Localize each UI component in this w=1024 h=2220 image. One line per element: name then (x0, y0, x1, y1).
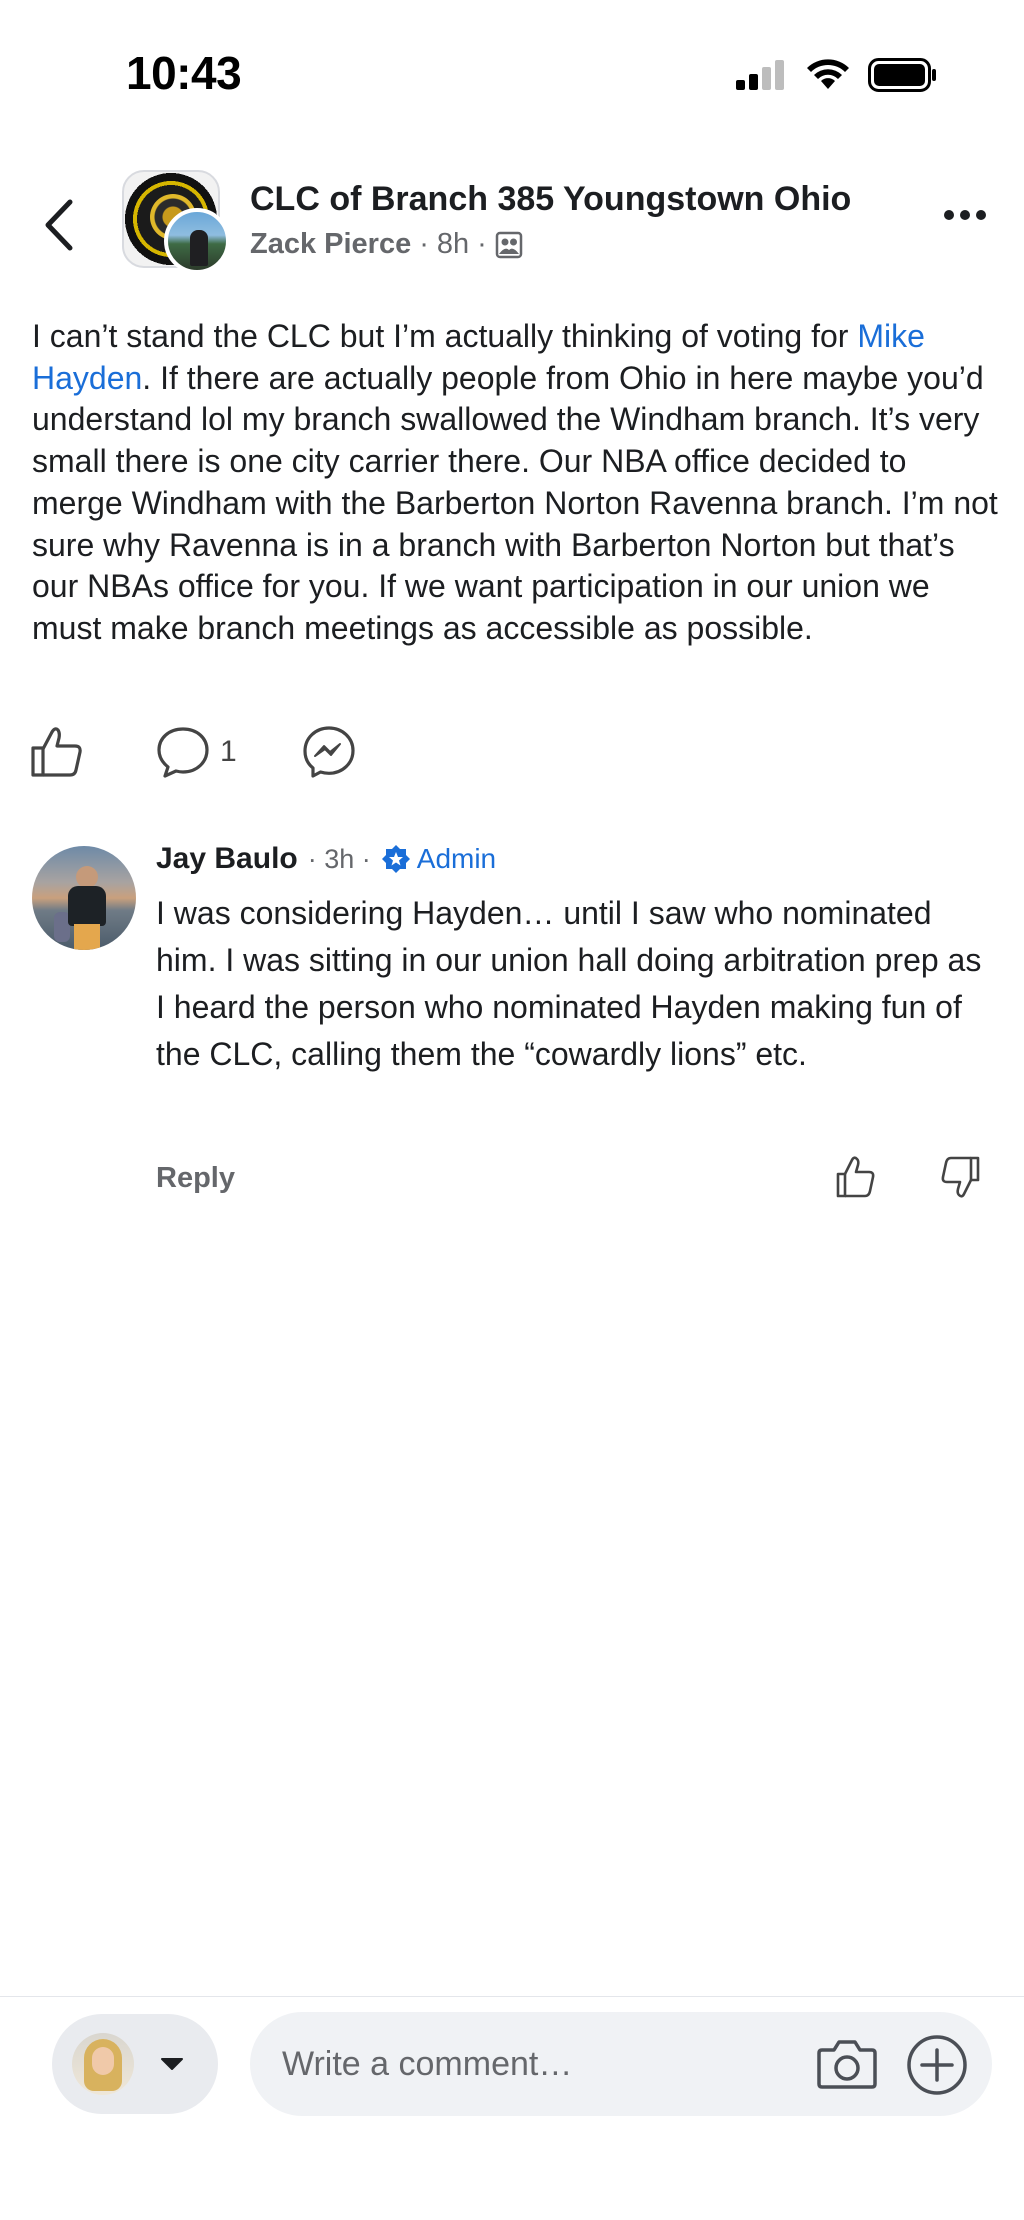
comment-header: Jay Baulo · 3h · Admin (156, 842, 496, 876)
post-actions: 1 (30, 724, 356, 780)
status-time: 10:43 (126, 47, 242, 99)
comment-bubble-icon (157, 727, 209, 778)
comment-time: · 3h · (307, 843, 371, 874)
author-avatar[interactable] (164, 208, 230, 274)
battery-icon (868, 58, 936, 92)
members-group-icon (495, 231, 523, 258)
meta-separator: · (419, 228, 429, 260)
post-text: I can’t stand the CLC but I’m actually t… (32, 318, 998, 646)
post-author[interactable]: Zack Pierce (250, 228, 411, 261)
chevron-left-icon (45, 199, 73, 251)
messenger-share-button[interactable] (302, 725, 356, 779)
camera-icon (817, 2040, 877, 2089)
group-name[interactable]: CLC of Branch 385 Youngstown Ohio (250, 180, 851, 219)
admin-star-icon (381, 845, 410, 873)
comment-text: I was considering Hayden… until I saw wh… (156, 895, 982, 1072)
identity-switcher[interactable] (52, 2014, 218, 2114)
downvote-button[interactable] (940, 1156, 980, 1203)
meta-separator: · (477, 228, 487, 260)
commenter-avatar[interactable] (32, 846, 136, 950)
upvote-button[interactable] (836, 1156, 876, 1203)
thumbs-up-icon (836, 1156, 875, 1198)
camera-button[interactable] (816, 2036, 878, 2095)
plus-circle-icon (907, 2035, 967, 2095)
wifi-icon (807, 59, 849, 89)
thumbs-down-icon (941, 1156, 980, 1198)
admin-label: Admin (416, 843, 497, 874)
reply-button[interactable]: Reply (156, 1162, 235, 1195)
thumbs-up-icon (31, 727, 82, 777)
back-button[interactable] (40, 190, 80, 260)
cellular-signal-icon (736, 60, 784, 90)
post-time[interactable]: 8h (437, 228, 469, 261)
post-meta: Zack Pierce · 8h · (250, 228, 523, 261)
post-detail-screen: 10:43 CLC of Branch 385 Youngstown Ohio (0, 0, 1024, 2220)
comment-input[interactable] (282, 2044, 782, 2084)
status-icons (736, 58, 938, 92)
caret-down-icon (161, 2058, 183, 2070)
more-dot-icon (944, 210, 954, 220)
commenter-name[interactable]: Jay Baulo (156, 842, 298, 876)
more-options-button[interactable] (944, 210, 986, 220)
comment-count: 1 (220, 735, 237, 768)
more-dot-icon (976, 210, 986, 220)
current-user-avatar (72, 2033, 134, 2095)
admin-badge: Admin (381, 843, 496, 875)
more-dot-icon (960, 210, 970, 220)
add-attachment-button[interactable] (906, 2034, 968, 2101)
like-button[interactable] (30, 726, 156, 778)
comment-button[interactable]: 1 (156, 725, 302, 779)
comment-input-container (250, 2012, 992, 2116)
messenger-icon (303, 726, 355, 778)
